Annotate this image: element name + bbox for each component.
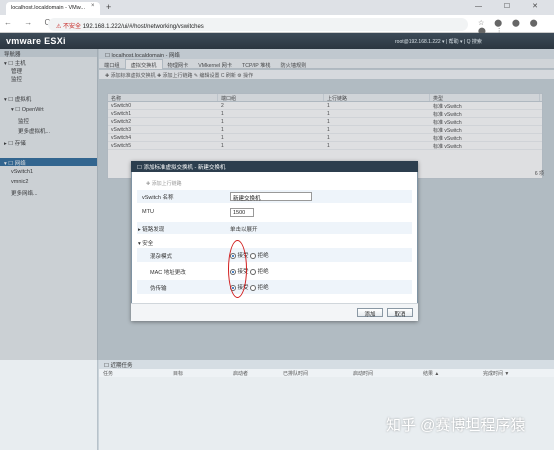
vswitch-name-input[interactable]: 新建交换机 xyxy=(230,192,312,202)
tab-title: localhost.localdomain - VMw... xyxy=(11,5,85,11)
promiscuous-reject-radio[interactable] xyxy=(250,252,257,259)
url-input[interactable]: ⚠ 不安全 192.168.1.222/ui/#/host/networking… xyxy=(48,18,468,31)
forged-transmit-label: 伪传输 xyxy=(150,286,167,292)
security-warning[interactable]: ⚠ 不安全 xyxy=(56,24,81,30)
recent-column-header[interactable]: 已排队时间 xyxy=(279,369,349,377)
add-button[interactable]: 添加 xyxy=(357,308,383,318)
promiscuous-label: 混杂模式 xyxy=(150,254,173,260)
new-tab-button[interactable]: + xyxy=(106,2,111,12)
recent-column-header[interactable]: 任务 xyxy=(99,369,169,377)
reject-label: 拒绝 xyxy=(257,253,269,259)
dialog-title: ☐ 添加标准虚拟交换机 - 新建交换机 xyxy=(131,161,418,172)
mtu-row xyxy=(137,205,412,219)
vswitch-name-label: vSwitch 名称 xyxy=(142,195,174,201)
mac-change-reject-radio[interactable] xyxy=(250,268,257,275)
recent-column-header[interactable]: 目标 xyxy=(169,369,229,377)
forged-transmit-row xyxy=(137,280,412,294)
recent-column-header[interactable]: 结果 ▲ xyxy=(419,369,479,377)
watermark: 知乎 @赛博坦程序猿 xyxy=(386,417,526,434)
forged-transmit-reject-radio[interactable] xyxy=(250,284,257,291)
link-discovery-label[interactable]: ▸ 链路发现 xyxy=(138,225,164,233)
recent-tasks-columns: 任务 目标 启动者 已排队时间 启动时间 结果 ▲ 完成时间 ▼ xyxy=(99,369,554,377)
mtu-input[interactable]: 1500 xyxy=(230,208,254,217)
promiscuous-row xyxy=(137,248,412,262)
recent-column-header[interactable]: 完成时间 ▼ xyxy=(479,369,554,377)
vmware-logo: vmware ESXi xyxy=(6,36,66,46)
highlight-oval xyxy=(228,240,247,298)
window-controls[interactable]: — ☐ ✕ xyxy=(475,2,548,10)
close-tab-icon[interactable]: × xyxy=(91,3,95,9)
add-uplink-link[interactable]: ✚ 添加上行链路 xyxy=(146,180,182,187)
mtu-label: MTU xyxy=(142,209,154,215)
link-discovery-value[interactable]: 单击以展开 xyxy=(230,225,258,233)
user-menu[interactable]: root@192.168.1.222 ▾ | 帮助 ▾ | Q 搜索 xyxy=(395,38,482,45)
recent-tasks-title[interactable]: ☐ 近期任务 xyxy=(99,360,554,369)
recent-column-header[interactable]: 启动时间 xyxy=(349,369,419,377)
reject-label: 拒绝 xyxy=(257,269,269,275)
browser-tab[interactable]: localhost.localdomain - VMw... xyxy=(6,2,100,15)
cancel-button[interactable]: 取消 xyxy=(387,308,413,318)
recent-column-header[interactable]: 启动者 xyxy=(229,369,279,377)
mac-change-label: MAC 地址更改 xyxy=(150,270,186,276)
link-discovery-row[interactable] xyxy=(137,222,412,234)
reject-label: 拒绝 xyxy=(257,285,269,291)
security-section-label[interactable]: ▾ 安全 xyxy=(138,239,153,247)
url-text: 192.168.1.222/ui/#/host/networking/vswit… xyxy=(82,24,204,30)
